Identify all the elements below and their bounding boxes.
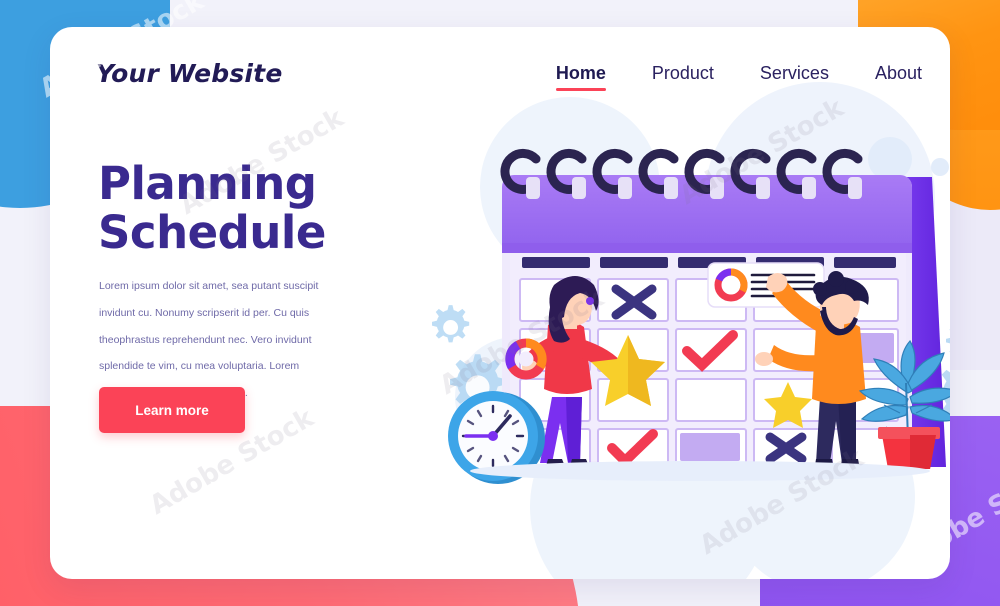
site-logo[interactable]: Your Website <box>96 59 282 88</box>
learn-more-button[interactable]: Learn more <box>99 387 245 433</box>
calendar-cell-filled-r4c3 <box>680 433 740 461</box>
page-stage: Your Website Home Product Services About… <box>0 0 1000 606</box>
page-title-line-1: Planning <box>98 157 317 210</box>
planning-schedule-illustration <box>350 67 950 579</box>
page-title-line-2: Schedule <box>98 205 326 259</box>
popup-info-card <box>707 262 825 308</box>
landing-page-card: Your Website Home Product Services About… <box>50 27 950 579</box>
page-title: Planning Schedule <box>98 157 326 259</box>
